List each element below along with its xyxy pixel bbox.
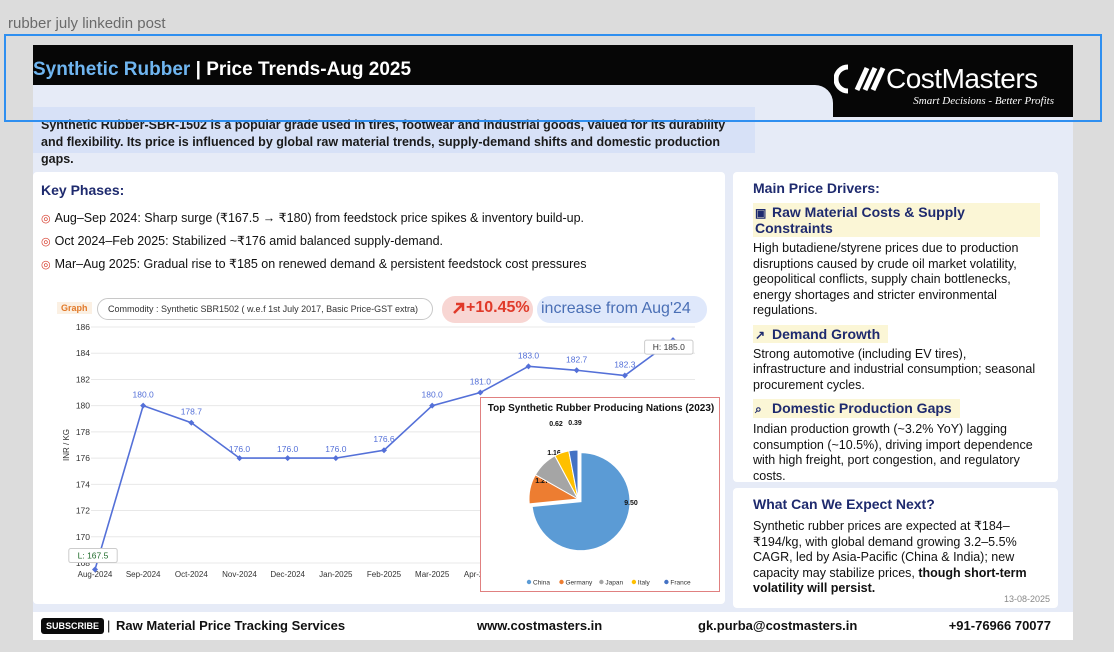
pie-value-label: 9.50 — [624, 500, 638, 507]
footer: SUBSCRIBE | Raw Material Price Tracking … — [33, 612, 1073, 640]
driver-body: Strong automotive (including EV tires), … — [753, 346, 1036, 392]
producers-pie-chart: 9.501.271.160.62 0.39China Germany Japan Ita… — [526, 420, 691, 587]
data-point — [573, 367, 580, 374]
package-icon: ▣ — [755, 206, 767, 220]
y-tick-label: 170 — [76, 532, 90, 542]
data-point — [140, 402, 147, 409]
y-tick-label: 182 — [76, 374, 90, 384]
x-tick-label: Dec-2024 — [270, 570, 305, 579]
document-title: rubber july linkedin post — [8, 15, 166, 32]
legend-label: Italy — [638, 580, 651, 587]
y-tick-label: 184 — [76, 348, 90, 358]
data-label: H: 185.0 — [653, 342, 685, 352]
data-label: 181.0 — [470, 377, 492, 387]
pie-value-label: 0.62 — [549, 421, 563, 428]
data-point — [332, 455, 339, 462]
data-label: L: 167.5 — [78, 551, 109, 561]
x-tick-label: Feb-2025 — [367, 570, 402, 579]
data-label: 182.7 — [566, 354, 588, 364]
outlook-body: Synthetic rubber prices are expected at … — [753, 519, 1027, 595]
price-drivers-card: Main Price Drivers: ▣ Raw Material Costs … — [733, 172, 1058, 483]
data-label: 176.0 — [229, 444, 251, 454]
legend-marker — [559, 579, 564, 585]
x-tick-label: Sep-2024 — [126, 570, 161, 579]
logo-mark-icon — [834, 64, 886, 94]
data-label: 180.0 — [133, 390, 155, 400]
driver-heading: ⌕ Domestic Production Gaps — [753, 399, 960, 418]
costmasters-logo: CostMasters Smart Decisions - Better Pro… — [834, 63, 1054, 111]
drivers-title: Main Price Drivers: — [753, 180, 880, 196]
legend-marker — [599, 579, 604, 585]
legend-marker — [664, 579, 669, 585]
y-tick-label: 178 — [76, 427, 90, 437]
x-tick-label: Oct-2024 — [175, 570, 208, 579]
y-tick-label: 172 — [76, 506, 90, 516]
legend-label: France — [670, 580, 691, 587]
legend-label: China — [533, 580, 550, 587]
data-label: 182.3 — [614, 360, 636, 370]
y-tick-label: 186 — [76, 322, 90, 332]
legend-label: Japan — [605, 580, 623, 587]
data-point — [477, 389, 484, 396]
driver-heading: ↗ Demand Growth — [753, 324, 889, 343]
subscribe-button[interactable]: SUBSCRIBE — [41, 618, 105, 634]
data-label: 178.7 — [181, 407, 203, 417]
data-point — [525, 363, 532, 370]
pie-value-label: 0.39 — [568, 420, 582, 427]
y-tick-label: 180 — [76, 401, 90, 411]
data-label: 180.0 — [422, 390, 444, 400]
chart-up-icon: ↗ — [755, 327, 766, 342]
email-link[interactable]: gk.purba@costmasters.in — [698, 618, 857, 633]
outlook-card: What Can We Expect Next? Synthetic rubbe… — [733, 488, 1058, 608]
y-tick-label: 176 — [76, 453, 90, 463]
y-axis-label: INR / KG — [62, 429, 71, 461]
data-label: 176.0 — [277, 444, 299, 454]
y-tick-label: 174 — [76, 479, 90, 489]
website-link[interactable]: www.costmasters.in — [477, 618, 602, 633]
driver-heading: ▣ Raw Material Costs & Supply Constraints — [753, 203, 1040, 237]
x-tick-label: Nov-2024 — [222, 570, 257, 579]
x-tick-label: Jan-2025 — [319, 570, 353, 579]
data-label: 183.0 — [518, 350, 540, 360]
data-point — [284, 455, 291, 462]
phone-number: +91-76966 70077 — [948, 618, 1051, 633]
data-label: 176.6 — [373, 434, 395, 444]
x-tick-label: Mar-2025 — [415, 570, 450, 579]
legend-marker — [631, 579, 637, 585]
footer-separator: | — [107, 618, 111, 633]
linkedin-post: Synthetic Rubber | Price Trends-Aug 2025… — [33, 45, 1073, 640]
post-date: 13-08-2025 — [1003, 594, 1050, 604]
magnifier-icon: ⌕ — [755, 402, 762, 416]
data-label: 176.0 — [325, 444, 347, 454]
driver-body: High butadiene/styrene prices due to pro… — [753, 241, 1019, 317]
outlook-title: What Can We Expect Next? — [753, 496, 935, 512]
legend-marker — [526, 579, 532, 585]
driver-body: Indian production growth (~3.2% YoY) lag… — [753, 422, 1033, 483]
service-label: Raw Material Price Tracking Services — [116, 618, 346, 633]
producers-pie-panel: Top Synthetic Rubber Producing Nations (… — [480, 397, 720, 592]
legend-label: Germany — [566, 580, 593, 587]
